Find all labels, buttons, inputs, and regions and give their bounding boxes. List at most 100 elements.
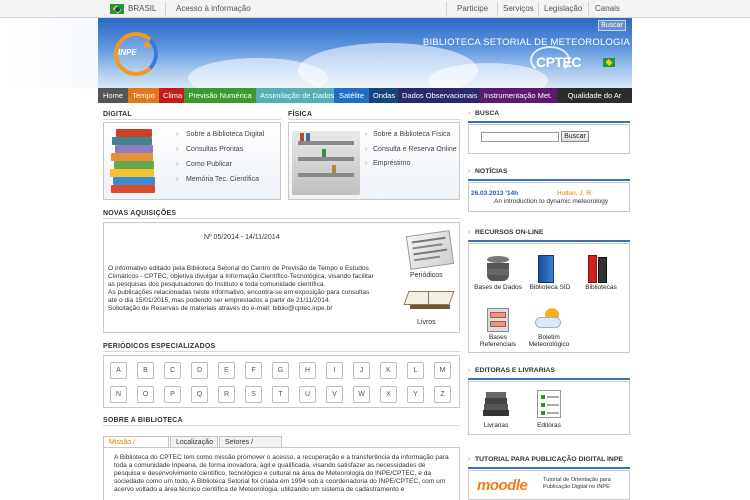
letter-g-button[interactable]: G <box>272 362 289 379</box>
cptec-logo[interactable]: CPTEC <box>536 54 581 70</box>
letter-p-button[interactable]: P <box>164 386 181 403</box>
novas-email-line[interactable]: Solicitação de Reservas de materiais atr… <box>108 305 332 313</box>
livros-label[interactable]: Livros <box>417 319 436 326</box>
letter-m-button[interactable]: M <box>434 362 451 379</box>
fisica-panel: › Sobre a Biblioteca Física › Consulta e… <box>288 122 460 200</box>
book-icon[interactable] <box>538 255 554 283</box>
menu-item-dados-obs[interactable]: Dados Observacionais <box>398 88 479 103</box>
editora-editoras[interactable]: Editoras <box>527 422 571 429</box>
letter-f-button[interactable]: F <box>245 362 262 379</box>
gov-bar: BRASIL Acesso à informação Participe Ser… <box>0 0 750 18</box>
letter-c-button[interactable]: C <box>164 362 181 379</box>
letter-z-button[interactable]: Z <box>434 386 451 403</box>
gov-link-servicos[interactable]: Serviços <box>503 4 534 13</box>
letter-n-button[interactable]: N <box>110 386 127 403</box>
menu-item-tempo[interactable]: Tempo <box>128 88 159 103</box>
tutorial-heading: TUTORIAL PARA PUBLICAÇÃO DIGITAL INPE <box>475 456 623 463</box>
digital-panel: › Sobre a Biblioteca Digital › Consultas… <box>103 122 281 200</box>
busca-heading: BUSCA <box>475 110 500 117</box>
letter-a-button[interactable]: A <box>110 362 127 379</box>
divider <box>103 425 460 426</box>
menu-item-home[interactable]: Home <box>98 88 128 103</box>
periodicos-heading: PERIÓDICOS ESPECIALIZADOS <box>103 343 216 350</box>
news-date: 26.03.2013 '14h <box>471 190 519 197</box>
recurso-boletim[interactable]: Boletim Meteorológico <box>521 334 577 348</box>
letter-d-button[interactable]: D <box>191 362 208 379</box>
recurso-bibliotecas[interactable]: Bibliotecas <box>576 284 626 291</box>
menu-item-assimilacao[interactable]: Assimilação de Dados <box>256 88 334 103</box>
tutorial-panel[interactable]: moodle Tutorial de Orientação para Publi… <box>468 470 630 500</box>
letter-r-button[interactable]: R <box>218 386 235 403</box>
sobre-text-line: A Biblioteca do CPTEC tem como missão pr… <box>114 454 449 461</box>
search-input[interactable] <box>481 132 559 142</box>
fisica-link-sobre[interactable]: Sobre a Biblioteca Física <box>373 131 450 138</box>
books-icon[interactable] <box>481 392 511 418</box>
archive-drawer-icon[interactable] <box>487 308 509 332</box>
letter-h-button[interactable]: H <box>299 362 316 379</box>
gov-link-legislacao[interactable]: Legislação <box>544 4 582 13</box>
menu-item-qualidade-ar[interactable]: Qualidade do Ar <box>557 88 632 103</box>
sobre-text-line: sociedade como um todo. A Biblioteca Set… <box>114 478 446 485</box>
logo-text: INPE <box>118 48 137 57</box>
menu-item-clima[interactable]: Clima <box>159 88 184 103</box>
header-banner: INPE Buscar BIBLIOTECA SETORIAL DE METEO… <box>98 18 632 88</box>
gov-link-canais[interactable]: Canais <box>595 4 620 13</box>
search-button[interactable]: Buscar <box>561 131 589 142</box>
recurso-biblioteca-sid[interactable]: Biblioteca SID <box>525 284 575 291</box>
letter-l-button[interactable]: L <box>407 362 424 379</box>
digital-link-consultas[interactable]: Consultas Prontas <box>186 146 243 153</box>
checklist-icon[interactable] <box>537 390 561 418</box>
digital-link-publicar[interactable]: Como Publicar <box>186 161 232 168</box>
periodicos-label[interactable]: Periódicos <box>410 272 443 279</box>
letter-j-button[interactable]: J <box>353 362 370 379</box>
database-icon[interactable] <box>487 256 509 282</box>
tutorial-text: Tutorial de Orientação para Publicação D… <box>543 477 611 490</box>
letter-v-button[interactable]: V <box>326 386 343 403</box>
letter-t-button[interactable]: T <box>272 386 289 403</box>
chevron-right-icon: › <box>176 161 179 168</box>
gov-link-participe[interactable]: Participe <box>457 4 488 13</box>
recurso-bases-dados[interactable]: Bases de Dados <box>471 284 525 291</box>
periodicos-icon[interactable] <box>405 230 455 270</box>
letter-s-button[interactable]: S <box>245 386 262 403</box>
digital-link-sobre[interactable]: Sobre a Biblioteca Digital <box>186 131 264 138</box>
sobre-text-line: acervo voltado a área técnico científica… <box>114 486 405 493</box>
novas-heading: NOVAS AQUISIÇÕES <box>103 210 177 217</box>
letter-k-button[interactable]: K <box>380 362 397 379</box>
letter-y-button[interactable]: Y <box>407 386 424 403</box>
gov-country-link[interactable]: BRASIL <box>128 4 156 13</box>
divider <box>468 240 630 242</box>
divider <box>538 2 539 16</box>
letter-i-button[interactable]: I <box>326 362 343 379</box>
novas-text-line: Climáticos - CPTEC, objetiva divulgar a … <box>108 273 374 280</box>
recurso-bases-referenciais[interactable]: Bases Referenciais <box>471 334 525 348</box>
header-search-button[interactable]: Buscar <box>598 20 626 31</box>
letter-e-button[interactable]: E <box>218 362 235 379</box>
editora-livrarias[interactable]: Livrarias <box>473 422 519 429</box>
livros-icon[interactable] <box>403 283 455 313</box>
letter-b-button[interactable]: B <box>137 362 154 379</box>
books-icon[interactable] <box>588 255 608 283</box>
fisica-link-emprestimo[interactable]: Empréstimo <box>373 160 410 167</box>
menu-item-ondas[interactable]: Ondas <box>369 88 398 103</box>
digital-link-memoria[interactable]: Memória Tec. Científica <box>186 176 259 183</box>
novas-text-line: até o dia 15/01/2015, mas podendo ser em… <box>108 297 331 304</box>
access-info-link[interactable]: Acesso à informação <box>176 4 251 13</box>
weather-sun-cloud-icon[interactable] <box>535 306 565 332</box>
letter-u-button[interactable]: U <box>299 386 316 403</box>
novas-text-line: As publicações relacionadas neste inform… <box>108 289 370 296</box>
moodle-logo[interactable]: moodle <box>477 477 528 494</box>
menu-item-previsao[interactable]: Previsão Numérica <box>184 88 256 103</box>
menu-item-satelite[interactable]: Satélite <box>334 88 369 103</box>
fisica-link-consulta[interactable]: Consulta e Reserva Online <box>373 146 457 153</box>
issue-number: Nº 05/2014 - 14/11/2014 <box>204 234 280 241</box>
letter-x-button[interactable]: X <box>380 386 397 403</box>
news-title-link[interactable]: An introduction to dynamic meteorology <box>494 198 608 205</box>
menu-item-instrumentacao[interactable]: Instrumentação Met. <box>479 88 557 103</box>
divider <box>468 467 630 469</box>
letter-w-button[interactable]: W <box>353 386 370 403</box>
letter-q-button[interactable]: Q <box>191 386 208 403</box>
letter-o-button[interactable]: O <box>137 386 154 403</box>
sobre-heading: SOBRE A BIBLIOTECA <box>103 417 183 424</box>
chevron-right-icon: › <box>365 131 368 138</box>
